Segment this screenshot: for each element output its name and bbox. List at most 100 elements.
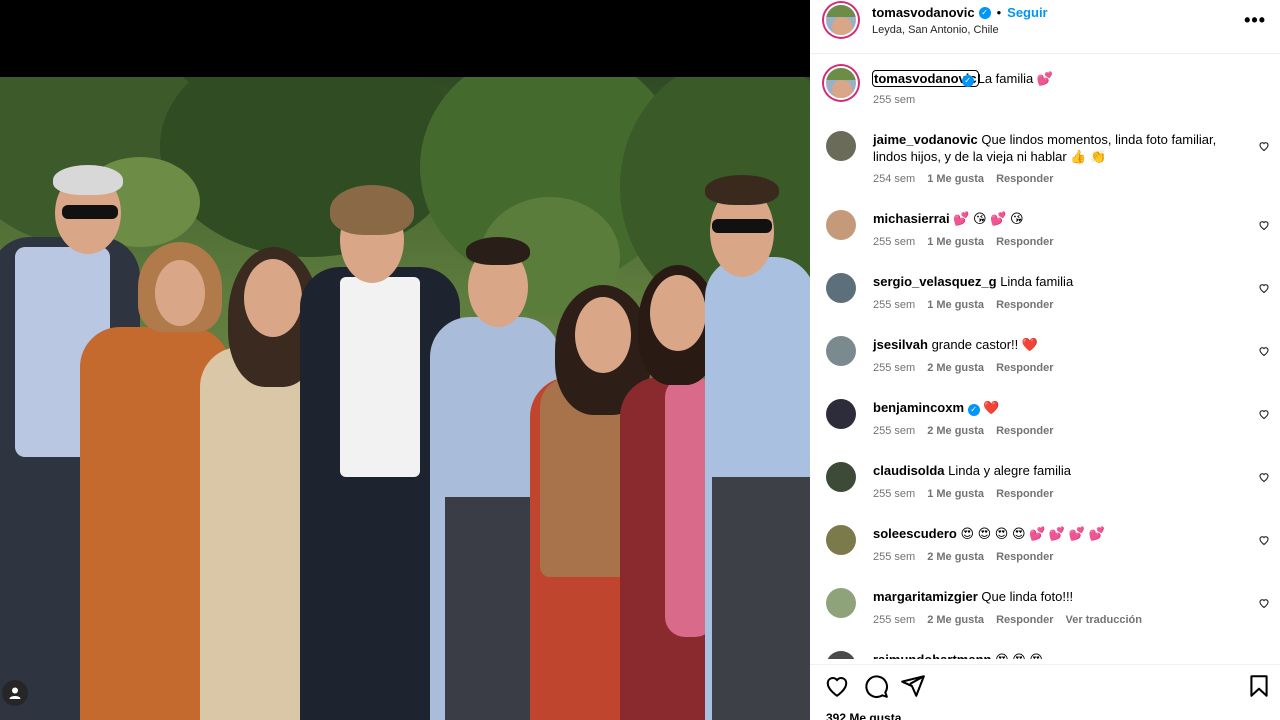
comment-text: claudisolda Linda y alegre familia bbox=[873, 462, 1233, 479]
comment-body: ❤️ bbox=[983, 400, 1000, 415]
separator-dot: • bbox=[996, 5, 1002, 20]
post-side-panel: tomasvodanovic ✓ • Seguir Leyda, San Ant… bbox=[810, 0, 1280, 720]
like-comment-heart-icon[interactable] bbox=[1258, 219, 1270, 231]
comment-likes[interactable]: 2 Me gusta bbox=[927, 362, 984, 374]
comment-username[interactable]: raimundohartmann bbox=[873, 652, 991, 659]
comment-likes[interactable]: 1 Me gusta bbox=[927, 236, 984, 248]
comment-username[interactable]: jaime_vodanovic bbox=[873, 132, 978, 147]
heart-icon[interactable] bbox=[824, 673, 850, 699]
like-comment-heart-icon[interactable] bbox=[1258, 471, 1270, 483]
comment-icon[interactable] bbox=[863, 673, 889, 699]
comment-username[interactable]: claudisolda bbox=[873, 463, 945, 478]
comment-text: margaritamizgier Que linda foto!!! bbox=[873, 588, 1233, 605]
tagged-users-button[interactable] bbox=[2, 680, 28, 706]
comment-username[interactable]: benjamincoxm bbox=[873, 400, 964, 415]
caption-meta: 255 sem bbox=[873, 94, 915, 106]
comment-row: raimundohartmann 😍 😍 😍 bbox=[810, 646, 1280, 659]
comment-text: jsesilvah grande castor!! ❤️ bbox=[873, 336, 1233, 353]
comment-body: Linda familia bbox=[1000, 274, 1074, 289]
like-comment-heart-icon[interactable] bbox=[1258, 597, 1270, 609]
commenter-avatar[interactable] bbox=[826, 525, 856, 555]
comment-time[interactable]: 255 sem bbox=[873, 362, 915, 374]
comment-meta: 255 sem 2 Me gusta Responder bbox=[873, 551, 1054, 563]
comment-time[interactable]: 255 sem bbox=[873, 614, 915, 626]
comment-row: jsesilvah grande castor!! ❤️ 255 sem 2 Me… bbox=[810, 331, 1280, 383]
comment-likes[interactable]: 2 Me gusta bbox=[927, 614, 984, 626]
commenter-avatar[interactable] bbox=[826, 273, 856, 303]
verified-icon: ✓ bbox=[967, 403, 980, 416]
commenter-avatar[interactable] bbox=[826, 462, 856, 492]
comment-meta: 255 sem 2 Me gusta Responder Ver traducción bbox=[873, 614, 1142, 626]
comment-text: jaime_vodanovic Que lindos momentos, lin… bbox=[873, 131, 1233, 165]
comment-meta: 255 sem 1 Me gusta Responder bbox=[873, 488, 1054, 500]
more-options-icon[interactable]: ••• bbox=[1244, 10, 1266, 31]
likes-count[interactable]: 392 Me gusta bbox=[826, 711, 901, 720]
caption-avatar[interactable] bbox=[824, 66, 858, 100]
comment-username[interactable]: soleescudero bbox=[873, 526, 957, 541]
commenter-avatar[interactable] bbox=[826, 336, 856, 366]
comment-row: sergio_velasquez_g Linda familia 255 sem… bbox=[810, 268, 1280, 320]
comment-time[interactable]: 255 sem bbox=[873, 299, 915, 311]
comment-username[interactable]: margaritamizgier bbox=[873, 589, 978, 604]
reply-button[interactable]: Responder bbox=[996, 425, 1053, 437]
user-icon bbox=[9, 687, 21, 699]
comment-likes[interactable]: 2 Me gusta bbox=[927, 551, 984, 563]
reply-button[interactable]: Responder bbox=[996, 236, 1053, 248]
location-link[interactable]: Leyda, San Antonio, Chile bbox=[872, 24, 999, 36]
reply-button[interactable]: Responder bbox=[996, 299, 1053, 311]
commenter-avatar[interactable] bbox=[826, 131, 856, 161]
caption-time[interactable]: 255 sem bbox=[873, 94, 915, 106]
comment-row: michasierrai 💕 😘 💕 😘 255 sem 1 Me gusta Re… bbox=[810, 205, 1280, 257]
comment-time[interactable]: 255 sem bbox=[873, 236, 915, 248]
comment-row: soleescudero 😍 😍 😍 😍 💕 💕 💕 💕 255 sem 2 Me… bbox=[810, 520, 1280, 572]
commenter-avatar[interactable] bbox=[826, 588, 856, 618]
like-comment-heart-icon[interactable] bbox=[1258, 534, 1270, 546]
comment-likes[interactable]: 1 Me gusta bbox=[927, 173, 984, 185]
caption-text-line: tomasvodanovic✓ La familia 💕 bbox=[872, 70, 1233, 87]
post-actions-bar: 392 Me gusta bbox=[810, 664, 1280, 720]
share-icon[interactable] bbox=[900, 673, 926, 699]
verified-icon: ✓ bbox=[961, 74, 974, 87]
comment-body: grande castor!! ❤️ bbox=[931, 337, 1039, 352]
like-comment-heart-icon[interactable] bbox=[1258, 345, 1270, 357]
see-translation-button[interactable]: Ver traducción bbox=[1066, 614, 1142, 626]
commenter-avatar[interactable] bbox=[826, 651, 856, 659]
reply-button[interactable]: Responder bbox=[996, 614, 1053, 626]
reply-button[interactable]: Responder bbox=[996, 362, 1053, 374]
comment-time[interactable]: 255 sem bbox=[873, 488, 915, 500]
comment-body: Que linda foto!!! bbox=[981, 589, 1074, 604]
comment-text: soleescudero 😍 😍 😍 😍 💕 💕 💕 💕 bbox=[873, 525, 1233, 542]
comment-body: 😍 😍 😍 😍 💕 💕 💕 💕 bbox=[960, 526, 1105, 541]
comment-row: claudisolda Linda y alegre familia 255 s… bbox=[810, 457, 1280, 509]
comment-username[interactable]: jsesilvah bbox=[873, 337, 928, 352]
comment-text: sergio_velasquez_g Linda familia bbox=[873, 273, 1233, 290]
comment-time[interactable]: 254 sem bbox=[873, 173, 915, 185]
header-username[interactable]: tomasvodanovic bbox=[872, 5, 975, 20]
author-avatar[interactable] bbox=[824, 3, 858, 37]
comment-meta: 255 sem 1 Me gusta Responder bbox=[873, 236, 1054, 248]
comment-time[interactable]: 255 sem bbox=[873, 551, 915, 563]
comment-body: 💕 😘 💕 😘 bbox=[953, 211, 1024, 226]
like-comment-heart-icon[interactable] bbox=[1258, 140, 1270, 152]
bookmark-icon[interactable] bbox=[1246, 673, 1272, 699]
comment-likes[interactable]: 1 Me gusta bbox=[927, 488, 984, 500]
post-header: tomasvodanovic ✓ • Seguir Leyda, San Ant… bbox=[810, 0, 1280, 54]
comment-body: Linda y alegre familia bbox=[948, 463, 1072, 478]
caption-text: La familia 💕 bbox=[977, 71, 1054, 86]
comment-likes[interactable]: 1 Me gusta bbox=[927, 299, 984, 311]
like-comment-heart-icon[interactable] bbox=[1258, 282, 1270, 294]
reply-button[interactable]: Responder bbox=[996, 173, 1053, 185]
comment-likes[interactable]: 2 Me gusta bbox=[927, 425, 984, 437]
comment-username[interactable]: michasierrai bbox=[873, 211, 950, 226]
comments-list[interactable]: tomasvodanovic✓ La familia 💕 255 sem jaim… bbox=[810, 55, 1280, 659]
comment-username[interactable]: sergio_velasquez_g bbox=[873, 274, 997, 289]
comment-time[interactable]: 255 sem bbox=[873, 425, 915, 437]
verified-icon: ✓ bbox=[978, 6, 991, 19]
commenter-avatar[interactable] bbox=[826, 399, 856, 429]
post-photo[interactable] bbox=[0, 77, 810, 720]
like-comment-heart-icon[interactable] bbox=[1258, 408, 1270, 420]
reply-button[interactable]: Responder bbox=[996, 488, 1053, 500]
reply-button[interactable]: Responder bbox=[996, 551, 1053, 563]
follow-button[interactable]: Seguir bbox=[1007, 5, 1047, 20]
commenter-avatar[interactable] bbox=[826, 210, 856, 240]
